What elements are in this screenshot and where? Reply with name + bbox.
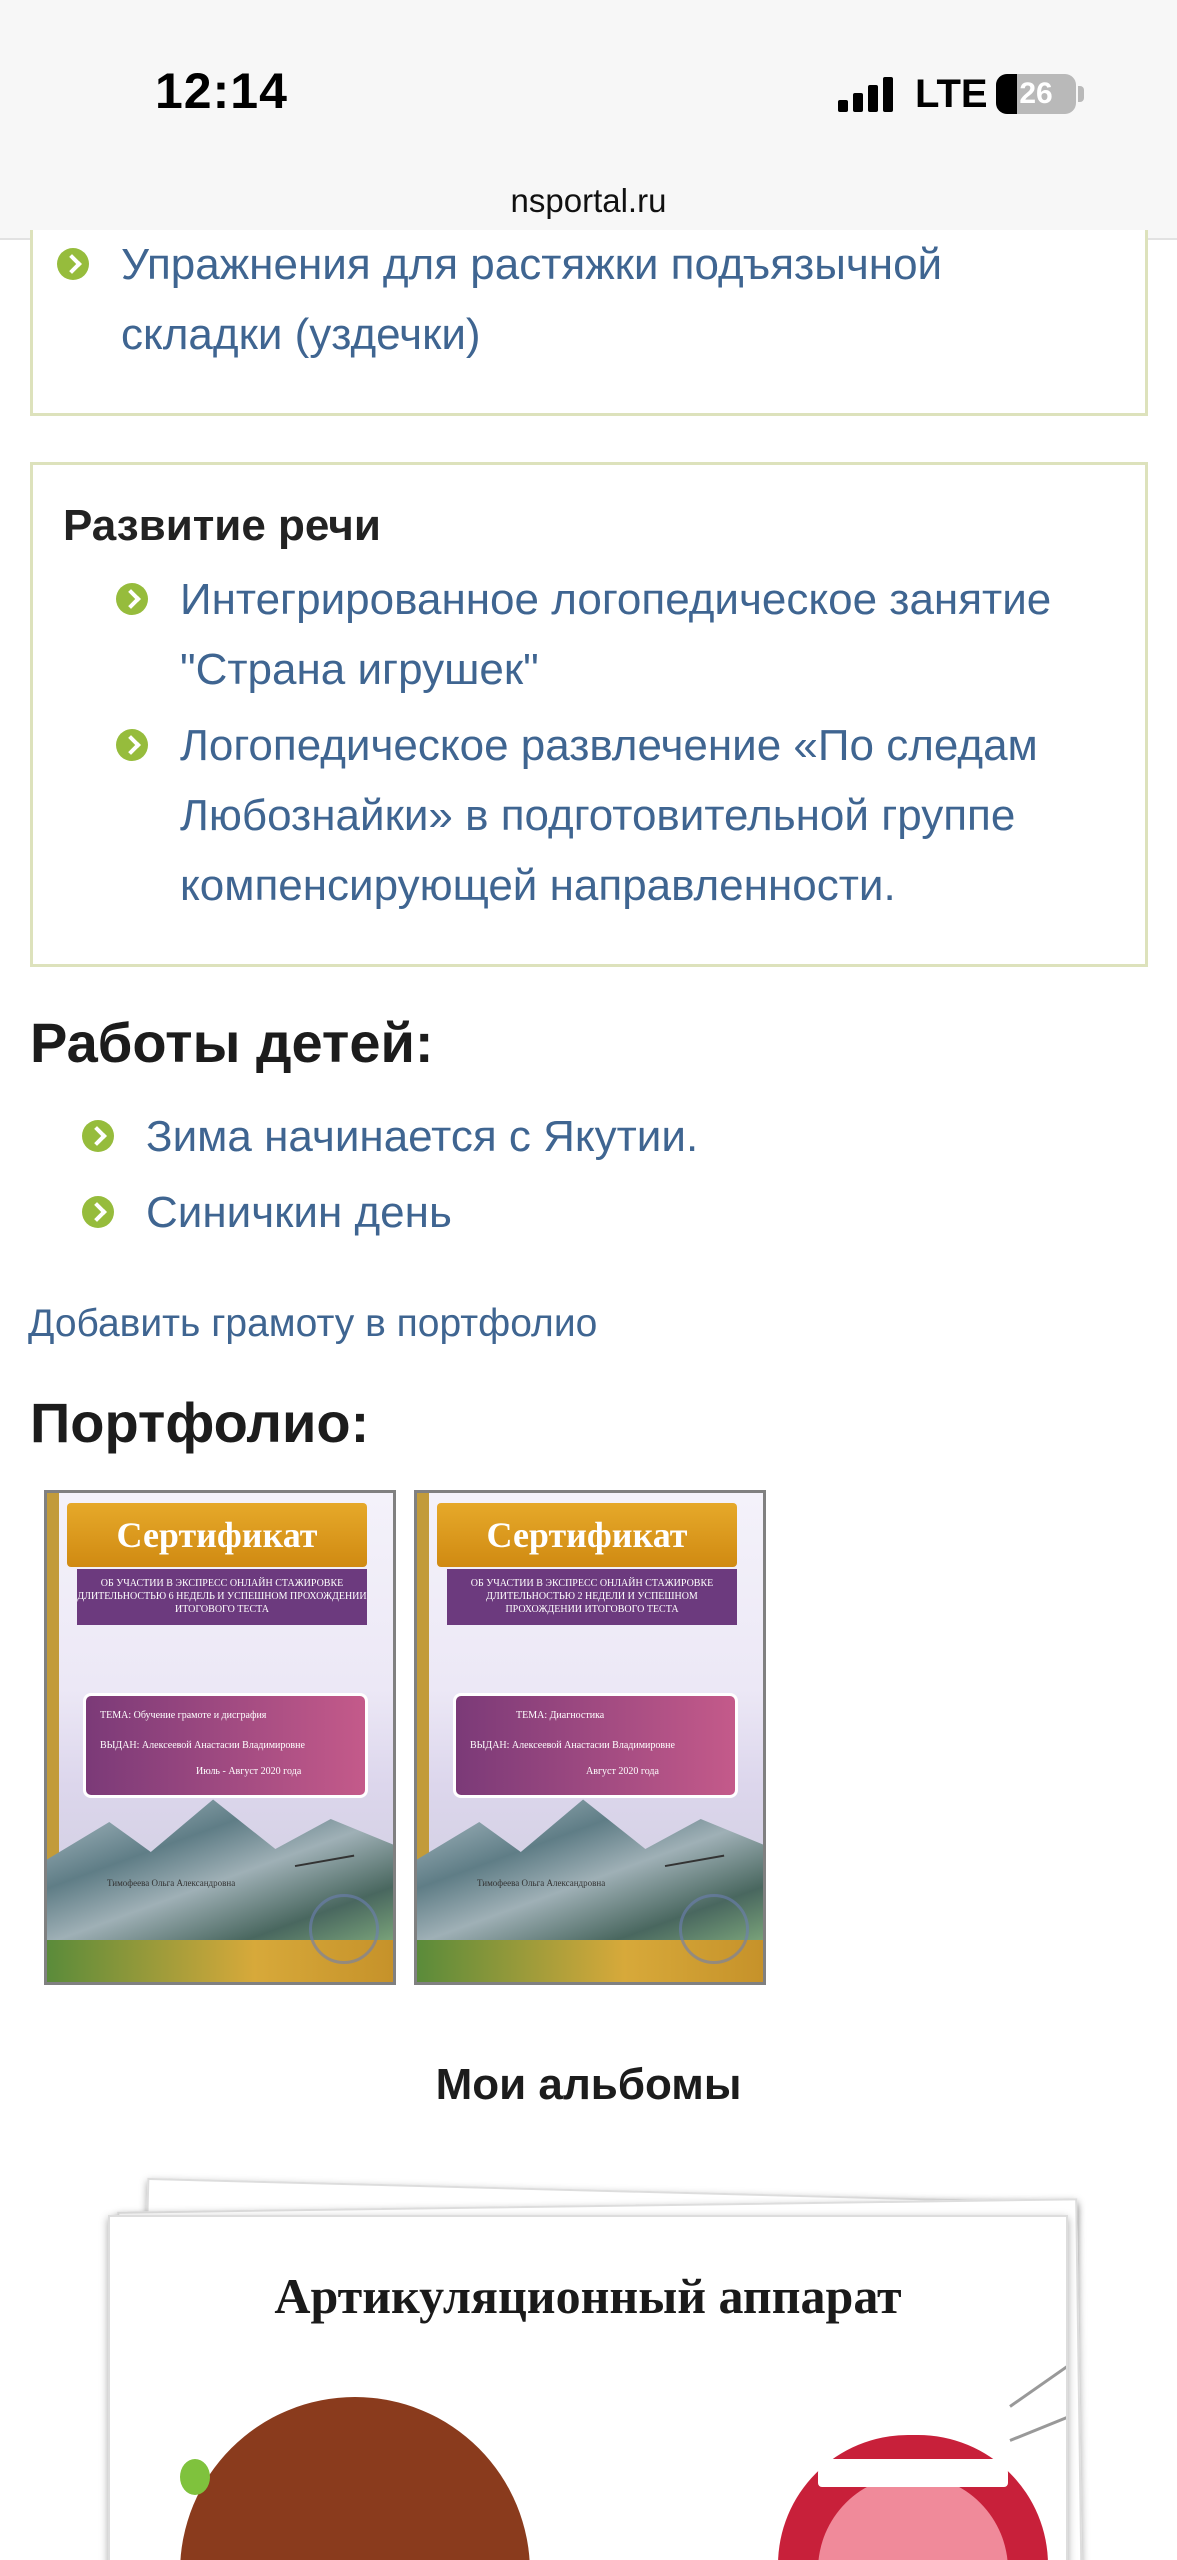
url-text[interactable]: nsportal.ru [0, 182, 1177, 220]
exercises-list: Упражнения для растяжки подъязычной скла… [57, 230, 1096, 370]
pointer-line [1009, 2397, 1066, 2442]
hair-clip-icon [180, 2459, 210, 2495]
battery-level: 26 [1019, 77, 1053, 110]
bullet-icon [116, 729, 148, 761]
children-works-list: Зима начинается с Якутии. Синичкин день [82, 1102, 1146, 1248]
portfolio-heading: Портфолио: [30, 1391, 370, 1454]
album-cover-title: Артикуляционный аппарат [274, 2268, 902, 2324]
signal-icon [838, 76, 898, 112]
certificate-issued: ВЫДАН: Алексеевой Анастасии Владимировне [100, 1740, 305, 1751]
child-illustration [180, 2397, 530, 2560]
list-item[interactable]: Логопедическое развлечение «По следам Лю… [116, 711, 1140, 921]
status-bar: 12:14 LTE 26 [0, 0, 1177, 150]
album-cover[interactable]: Артикуляционный аппарат [108, 2215, 1068, 2560]
list-item-link[interactable]: Логопедическое развлечение «По следам Лю… [180, 711, 1140, 921]
speech-development-box: Развитие речи Интегрированное логопедиче… [30, 462, 1148, 967]
albums-heading: Мои альбомы [435, 2060, 742, 2109]
list-item-link[interactable]: Упражнения для растяжки подъязычной скла… [121, 230, 1096, 370]
list-item[interactable]: Упражнения для растяжки подъязычной скла… [57, 230, 1096, 370]
certificate-signer: Тимофеева Ольга Александровна [107, 1878, 236, 1888]
certificate-topic: ТЕМА: Диагностика [516, 1710, 605, 1721]
certificate-subtitle: ОБ УЧАСТИИ В ЭКСПРЕСС ОНЛАЙН СТАЖИРОВКЕ … [77, 1569, 367, 1625]
list-item-link[interactable]: Зима начинается с Якутии. [146, 1102, 1146, 1172]
certificate-title: Сертификат [67, 1503, 367, 1567]
speech-list: Интегрированное логопедическое занятие "… [116, 565, 1140, 921]
list-item[interactable]: Синичкин день [82, 1178, 1146, 1248]
network-type: LTE [915, 72, 988, 116]
certificate-issued: ВЫДАН: Алексеевой Анастасии Владимировне [470, 1740, 675, 1751]
teeth-illustration [818, 2459, 1008, 2487]
exercises-box: Упражнения для растяжки подъязычной скла… [30, 230, 1148, 416]
certificate-date: Август 2020 года [586, 1766, 659, 1777]
bullet-icon [57, 248, 89, 280]
address-bar[interactable]: nsportal.ru [0, 150, 1177, 240]
list-item[interactable]: Интегрированное логопедическое занятие "… [116, 565, 1140, 705]
list-item[interactable]: Зима начинается с Якутии. [82, 1102, 1146, 1172]
list-item-link[interactable]: Интегрированное логопедическое занятие "… [180, 565, 1140, 705]
certificate-thumbnail[interactable]: Сертификат ОБ УЧАСТИИ В ЭКСПРЕСС ОНЛАЙН … [414, 1490, 766, 1985]
pointer-line [1009, 2342, 1066, 2408]
certificate-title: Сертификат [437, 1503, 737, 1567]
list-item-link[interactable]: Синичкин день [146, 1178, 1146, 1248]
certificate-panel: ТЕМА: Диагностика ВЫДАН: Алексеевой Анас… [453, 1693, 738, 1798]
certificate-signer: Тимофеева Ольга Александровна [477, 1878, 606, 1888]
bullet-icon [82, 1196, 114, 1228]
bullet-icon [116, 583, 148, 615]
certificate-topic: ТЕМА: Обучение грамоте и дисграфия [100, 1710, 267, 1721]
mouth-illustration [778, 2435, 1048, 2560]
bullet-icon [82, 1120, 114, 1152]
battery-icon: 26 [996, 74, 1076, 114]
box-title: Развитие речи [63, 501, 381, 550]
status-time: 12:14 [155, 63, 288, 119]
certificate-date: Июль - Август 2020 года [196, 1766, 302, 1777]
certificate-subtitle: ОБ УЧАСТИИ В ЭКСПРЕСС ОНЛАЙН СТАЖИРОВКЕ … [447, 1569, 737, 1625]
certificate-panel: ТЕМА: Обучение грамоте и дисграфия ВЫДАН… [83, 1693, 368, 1798]
certificate-thumbnail[interactable]: Сертификат ОБ УЧАСТИИ В ЭКСПРЕСС ОНЛАЙН … [44, 1490, 396, 1985]
stamp-icon [679, 1894, 749, 1964]
children-works-heading: Работы детей: [30, 1011, 434, 1074]
add-certificate-link[interactable]: Добавить грамоту в портфолио [28, 1302, 597, 1346]
stamp-icon [309, 1894, 379, 1964]
